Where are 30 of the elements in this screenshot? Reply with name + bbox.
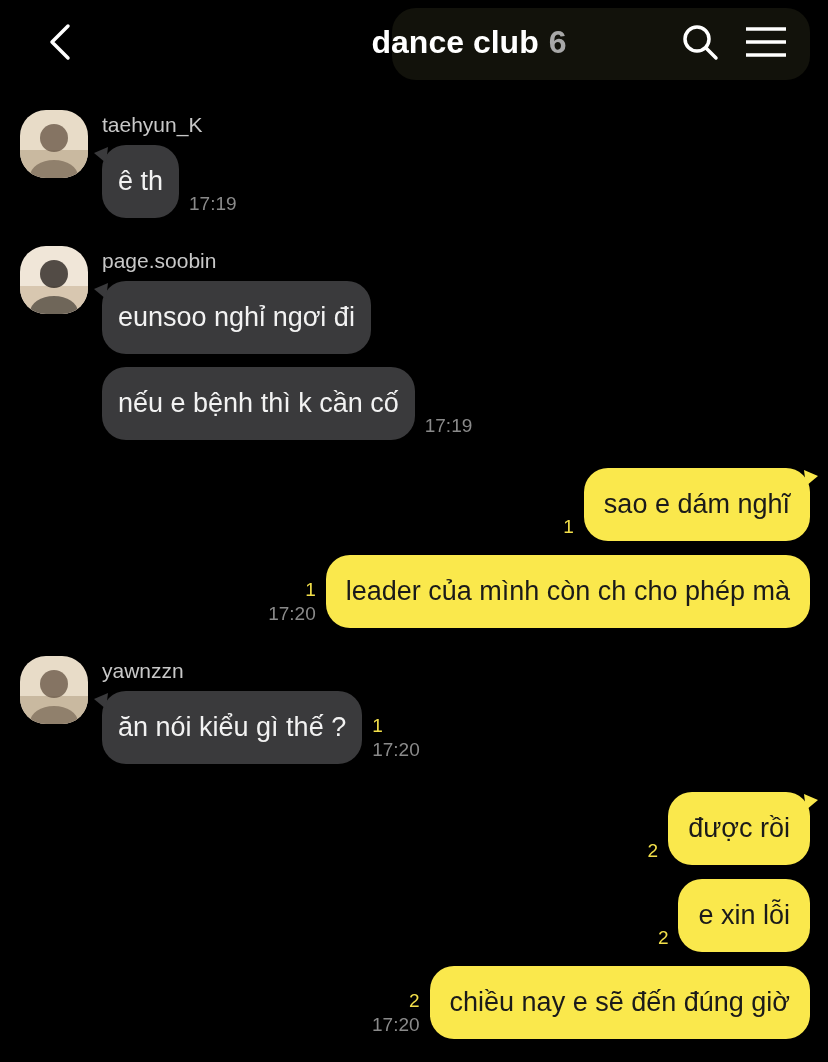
message-bubble: được rồi: [668, 792, 810, 865]
message-bubble: eunsoo nghỉ ngơi đi: [102, 281, 371, 354]
message-bubble: ăn nói kiểu gì thế ?: [102, 691, 363, 764]
sender-name: taehyun_K: [102, 114, 204, 136]
unread-count: 1: [563, 515, 574, 539]
message-bubble: leader của mình còn ch cho phép mà: [325, 555, 810, 628]
sender-name: page.soobin: [102, 250, 218, 272]
bubble-tail: [804, 470, 818, 486]
bubble-tail: [94, 283, 108, 299]
message-bubble: nếu e bệnh thì k cần cố: [102, 367, 415, 440]
sender-name: yawnzzn: [102, 660, 185, 682]
message-time: 17:20: [372, 738, 420, 762]
message-time: 17:20: [372, 1013, 420, 1037]
bubble-tail: [804, 794, 818, 810]
chat-title: dance club: [371, 23, 539, 62]
message-bubble: ê th: [102, 145, 180, 218]
message-bubble: sao e dám nghĩ: [583, 468, 810, 541]
unread-count: 2: [647, 839, 659, 863]
bubble-tail: [94, 147, 108, 163]
message-time: 17:20: [268, 602, 316, 626]
unread-count: 1: [305, 578, 316, 602]
message-time: 17:19: [424, 414, 473, 438]
unread-count: 1: [372, 714, 383, 738]
unread-count: 2: [408, 989, 420, 1013]
member-count: 6: [548, 23, 567, 62]
message-bubble: e xin lỗi: [678, 879, 810, 952]
unread-count: 2: [657, 926, 669, 950]
bubble-tail: [94, 693, 108, 709]
message-time: 17:19: [189, 192, 237, 216]
message-bubble: chiều nay e sẽ đến đúng giờ: [429, 966, 810, 1039]
